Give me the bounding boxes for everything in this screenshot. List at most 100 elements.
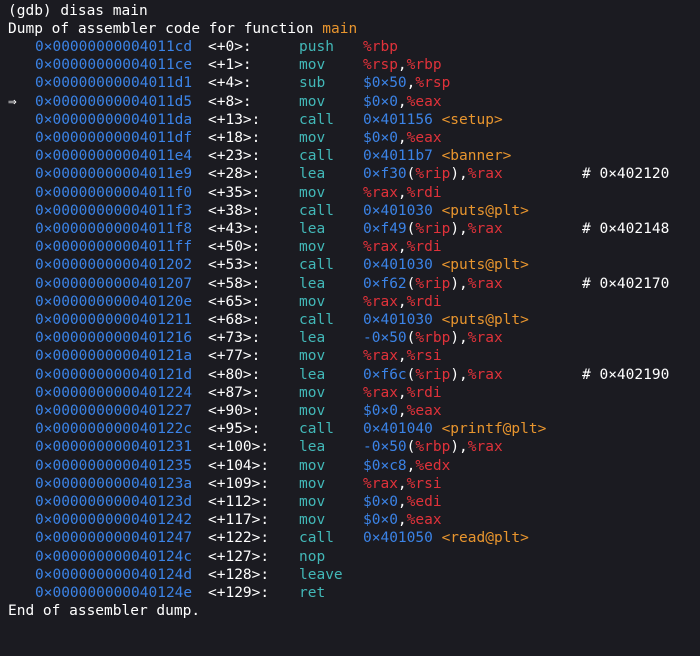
instruction-mnemonic: mov	[299, 348, 326, 365]
instruction-operands: %rax,%rdi	[363, 184, 442, 202]
operand-token: -0×50	[363, 330, 407, 347]
instruction-operands: 0×4011b7 <banner>	[363, 147, 511, 165]
instruction-mnemonic: mov	[299, 93, 326, 110]
instruction-address: 0×00000000004011ce	[35, 57, 193, 74]
operand-token: $0×0	[363, 494, 398, 510]
operand-token: %rip	[415, 275, 451, 292]
instruction-mnemonic: lea	[299, 330, 326, 347]
instruction-address: 0×00000000004011d1	[35, 75, 193, 92]
operand-token: 0×401040	[363, 421, 442, 438]
operand-token: ,	[397, 239, 407, 256]
operand-token: %rax	[363, 184, 398, 201]
operand-token: ),	[450, 275, 468, 292]
operand-token: %rsp	[363, 57, 398, 74]
operand-token: %rax	[467, 366, 503, 383]
instruction-mnemonic: call	[299, 202, 334, 219]
instruction-offset: <+35>:	[208, 184, 261, 201]
operand-token: ,	[397, 512, 407, 529]
instruction-offset: <+100>:	[208, 439, 270, 456]
operand-token: %rsp	[415, 75, 451, 92]
operand-token: %eax	[406, 403, 442, 419]
function-name: main	[322, 21, 358, 37]
instruction-offset: <+112>:	[208, 494, 270, 510]
instruction-offset: <+73>:	[208, 330, 261, 347]
instruction-mnemonic: mov	[299, 457, 326, 474]
instruction-offset: <+109>:	[208, 475, 270, 492]
operand-token: $0×50	[363, 75, 407, 92]
operand-token: $0×c8	[363, 457, 407, 474]
instruction-offset: <+87>:	[208, 384, 261, 401]
operand-token: %rdi	[406, 184, 442, 201]
instruction-mnemonic: lea	[299, 439, 326, 456]
instruction-offset: <+80>:	[208, 366, 261, 383]
instruction-address: 0×000000000040123d	[35, 494, 193, 510]
terminal-window[interactable]: (gdb) disas main Dump of assembler code …	[0, 0, 700, 621]
operand-token: %rip	[415, 221, 451, 237]
instruction-address: 0×000000000040124d	[35, 566, 193, 583]
operand-token: %rip	[415, 366, 451, 383]
instruction-offset: <+8>:	[208, 93, 252, 110]
instruction-address: 0×000000000040121d	[35, 366, 193, 383]
instruction-mnemonic: call	[299, 111, 334, 128]
instruction-offset: <+68>:	[208, 312, 261, 328]
instruction-mnemonic: sub	[299, 75, 326, 92]
instruction-operands: 0×f30(%rip),%rax	[363, 165, 503, 183]
operand-token: %eax	[406, 93, 442, 110]
instruction-address: 0×0000000000401227	[35, 403, 193, 419]
instruction-offset: <+129>:	[208, 585, 270, 601]
instruction-address: 0×00000000004011da	[35, 111, 193, 128]
operand-token: ,	[397, 93, 407, 110]
instruction-operands: 0×f62(%rip),%rax	[363, 275, 503, 293]
instruction-operands: 0×401030 <puts@plt>	[363, 202, 529, 220]
operand-token: 0×401030	[363, 257, 442, 274]
instruction-address: 0×0000000000401235	[35, 457, 193, 474]
operand-token: %rax	[363, 293, 398, 310]
instruction-operands: $0×0,%eax	[363, 93, 442, 111]
instruction-mnemonic: lea	[299, 366, 326, 383]
instruction-mnemonic: mov	[299, 403, 326, 419]
instruction-operands: -0×50(%rbp),%rax	[363, 329, 503, 347]
operand-token: <puts@plt>	[441, 202, 529, 219]
operand-token: %rsi	[406, 475, 442, 492]
instruction-address: 0×00000000004011ff	[35, 239, 193, 256]
operand-token: %edx	[415, 457, 451, 474]
instruction-mnemonic: mov	[299, 384, 326, 401]
operand-token: 0×401156	[363, 111, 442, 128]
instruction-operands: %rax,%rdi	[363, 238, 442, 256]
instruction-address: 0×0000000000401207	[35, 275, 193, 292]
instruction-operands: -0×50(%rbp),%rax	[363, 438, 503, 456]
instruction-mnemonic: call	[299, 257, 334, 274]
operand-token: %rax	[467, 330, 503, 347]
instruction-mnemonic: mov	[299, 57, 326, 74]
instruction-mnemonic: lea	[299, 221, 326, 237]
instruction-mnemonic: nop	[299, 548, 326, 565]
operand-token: 0×f6c	[363, 366, 407, 383]
instruction-offset: <+53>:	[208, 257, 261, 274]
dump-header: Dump of assembler code for function main	[8, 20, 357, 38]
operand-token: %rdi	[406, 384, 442, 401]
operand-token: ,	[397, 403, 407, 419]
instruction-operands: %rax,%rsi	[363, 347, 442, 365]
instruction-offset: <+38>:	[208, 202, 261, 219]
operand-token: $0×0	[363, 130, 398, 146]
instruction-offset: <+90>:	[208, 403, 261, 419]
instruction-comment: # 0×402170	[582, 275, 670, 292]
instruction-mnemonic: ret	[299, 585, 326, 601]
operand-token: <puts@plt>	[441, 257, 529, 274]
dump-header-prefix: Dump of assembler code for function	[8, 21, 323, 37]
instruction-operands: $0×50,%rsp	[363, 74, 450, 92]
instruction-mnemonic: push	[299, 39, 334, 55]
operand-token: %rax	[467, 166, 503, 183]
instruction-address: 0×000000000040124e	[35, 585, 193, 601]
instruction-address: 0×00000000004011f0	[35, 184, 193, 201]
operand-token: %rdi	[406, 293, 442, 310]
instruction-address: 0×000000000040120e	[35, 293, 193, 310]
operand-token: <banner>	[441, 148, 512, 165]
instruction-operands: %rax,%rdi	[363, 384, 442, 402]
instruction-offset: <+127>:	[208, 548, 270, 565]
instruction-offset: <+117>:	[208, 512, 270, 529]
operand-token: ),	[450, 366, 468, 383]
instruction-address: 0×0000000000401211	[35, 312, 193, 328]
instruction-offset: <+50>:	[208, 239, 261, 256]
instruction-operands: 0×f49(%rip),%rax	[363, 220, 503, 238]
